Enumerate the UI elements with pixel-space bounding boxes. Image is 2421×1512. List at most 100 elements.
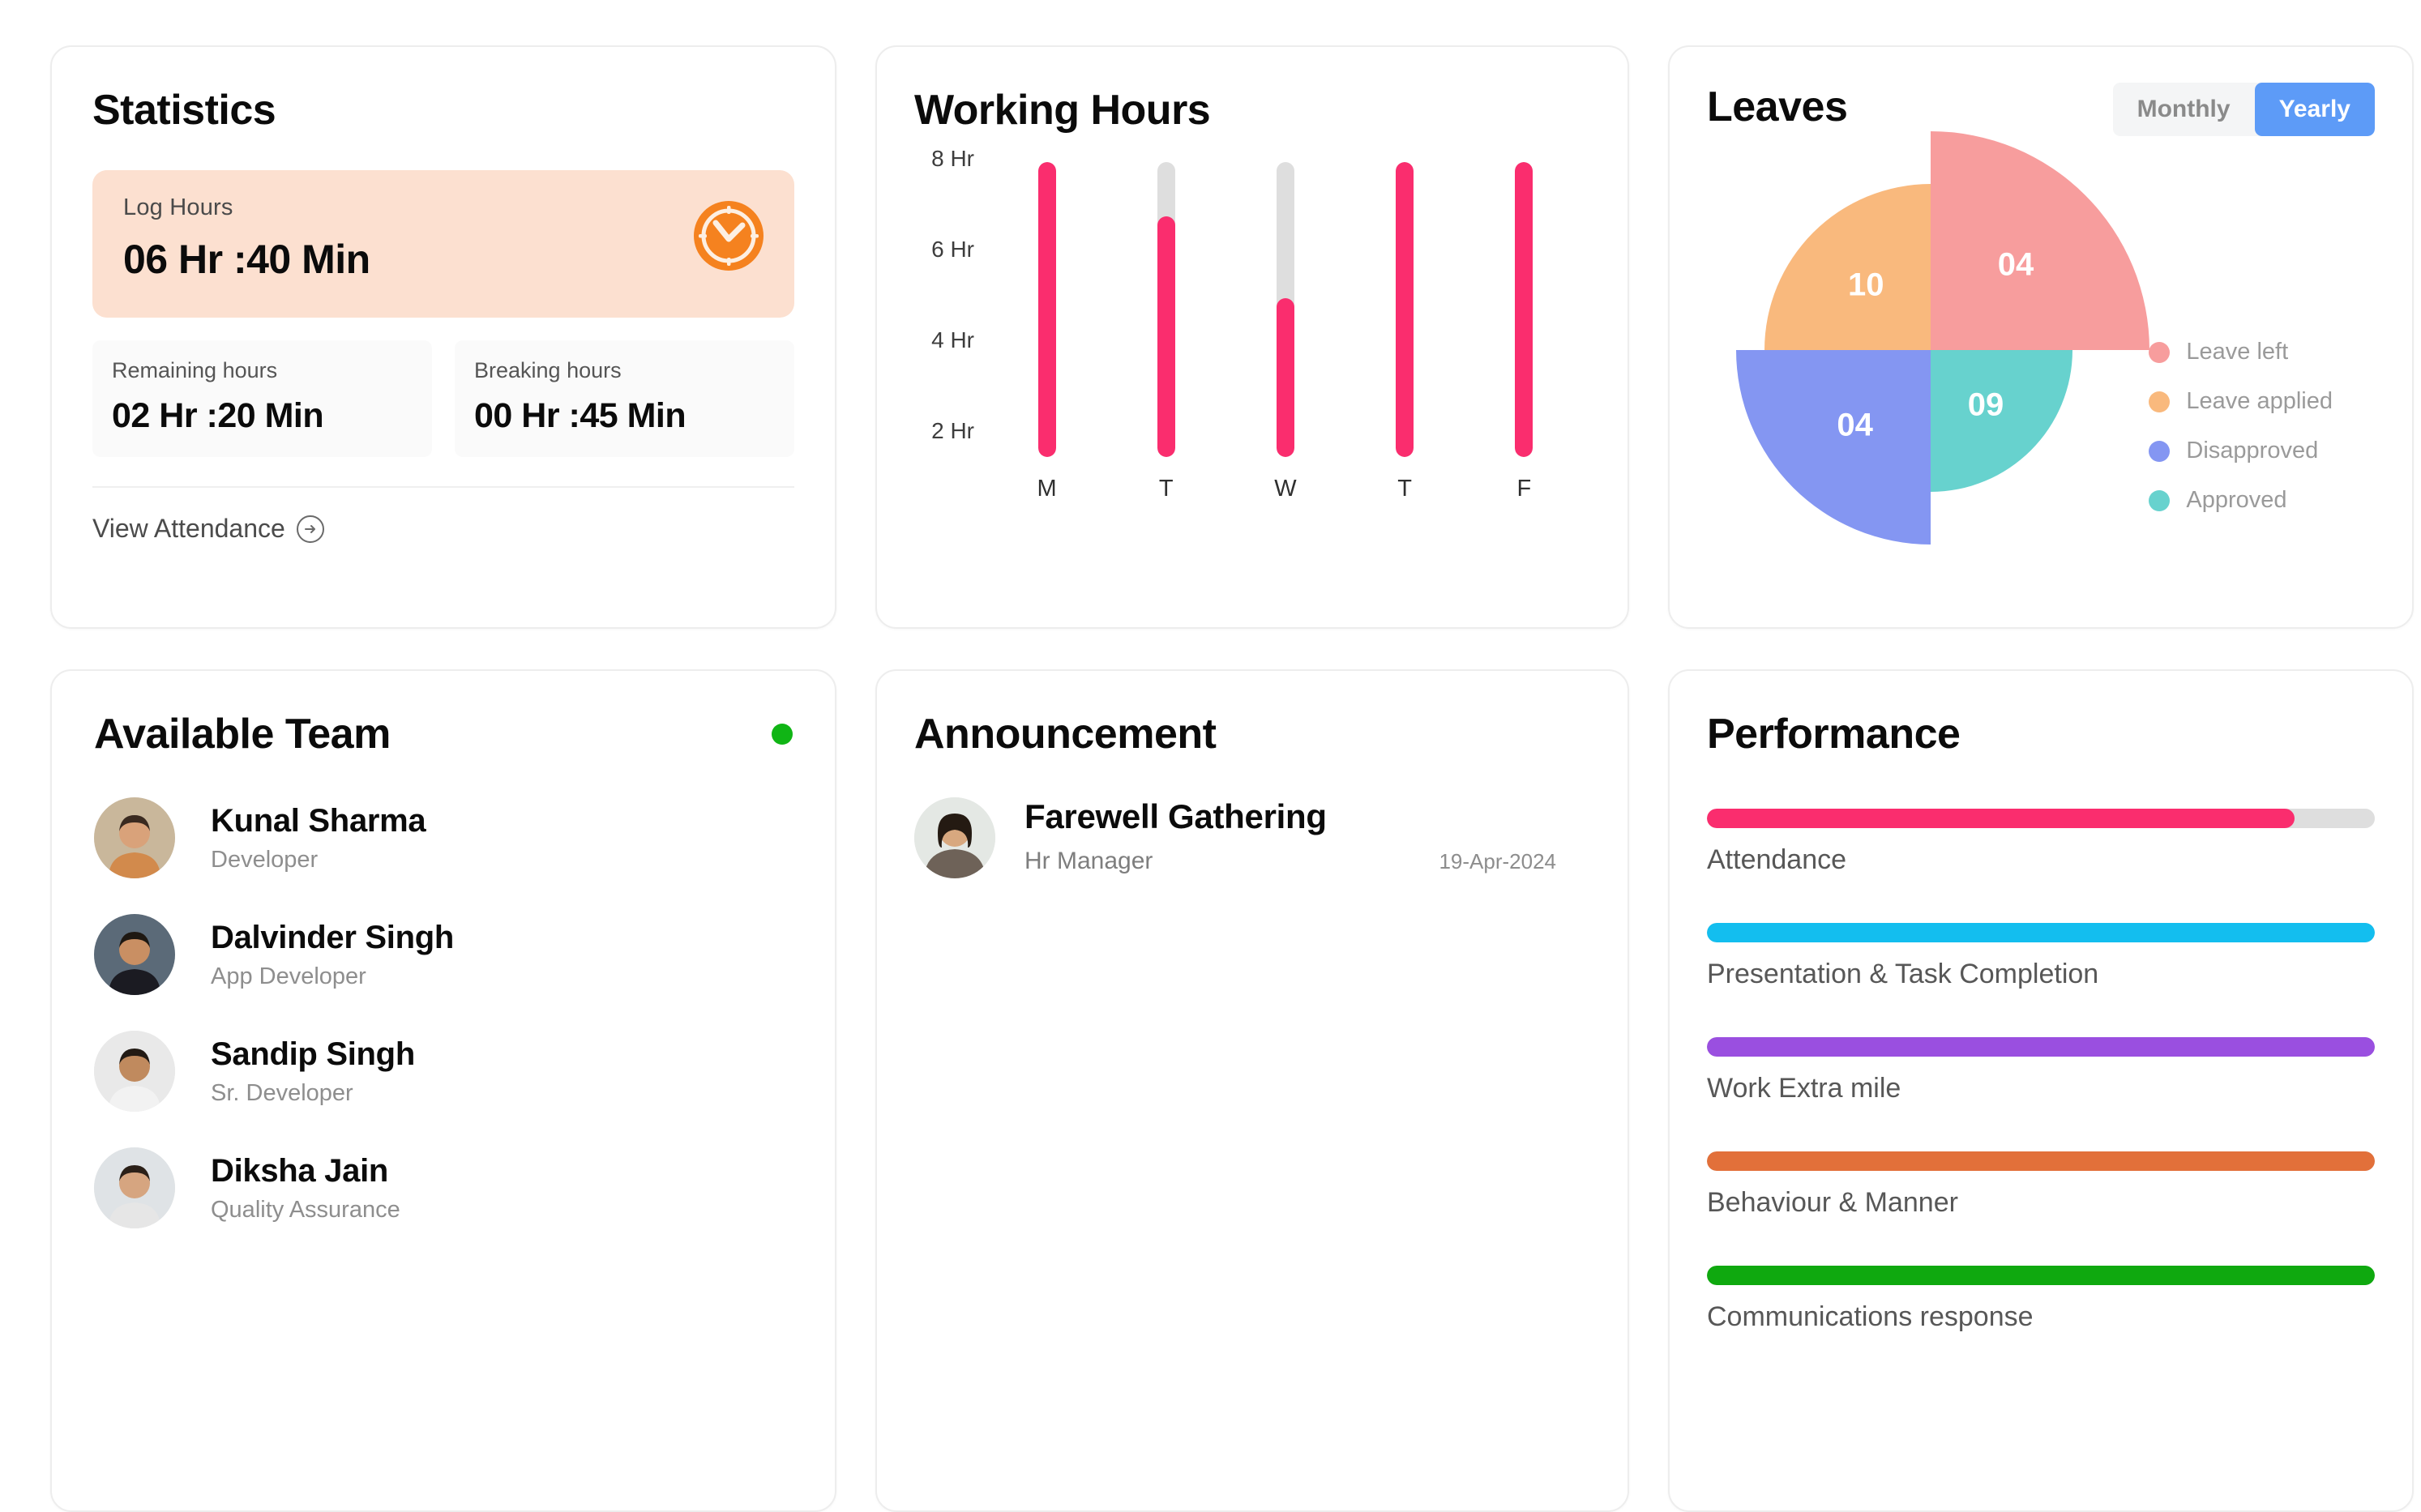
arrow-right-icon: [296, 515, 324, 543]
team-member-row[interactable]: Dalvinder Singh App Developer: [94, 914, 793, 995]
working-hours-bar-track: [1276, 162, 1294, 457]
working-hours-x-axis: MTWTF: [987, 476, 1584, 502]
performance-bar-fill: [1707, 1266, 2375, 1285]
leaves-period-toggle[interactable]: Monthly Yearly: [2112, 83, 2375, 136]
leaves-title: Leaves: [1707, 83, 1848, 130]
working-hours-bar-column: [1495, 162, 1552, 457]
avatar: [94, 797, 175, 878]
leaves-slice-value: 04: [1837, 407, 1873, 443]
performance-bar-fill: [1707, 1037, 2375, 1057]
leaves-slice-value: 09: [1967, 387, 2004, 423]
announcement-row[interactable]: Farewell Gathering Hr Manager 19-Apr-2024: [914, 797, 1590, 878]
avatar: [94, 914, 175, 995]
team-member-info: Diksha Jain Quality Assurance: [211, 1153, 400, 1224]
view-attendance-label: View Attendance: [92, 514, 285, 543]
working-hours-bar-column: [1376, 162, 1433, 457]
working-hours-bar-track: [1515, 162, 1533, 457]
working-hours-bar-track: [1157, 162, 1175, 457]
team-member-row[interactable]: Sandip Singh Sr. Developer: [94, 1031, 793, 1112]
working-hours-bar-fill: [1396, 162, 1414, 457]
team-member-row[interactable]: Diksha Jain Quality Assurance: [94, 1147, 793, 1228]
announcement-meta: Hr Manager 19-Apr-2024: [1024, 848, 1590, 875]
announcement-list: Farewell Gathering Hr Manager 19-Apr-2024: [914, 797, 1590, 878]
performance-metric-label: Presentation & Task Completion: [1707, 959, 2099, 989]
dashboard-grid: Statistics Log Hours 06 Hr :40 Min Remai…: [0, 0, 2421, 1512]
breaking-hours-box: Breaking hours 00 Hr :45 Min: [455, 340, 794, 457]
working-hours-bar-fill: [1157, 216, 1175, 457]
working-hours-x-tick: W: [1274, 476, 1297, 502]
leaves-pie-slice[interactable]: [1931, 131, 2149, 350]
leaves-legend-item[interactable]: Disapproved: [2149, 438, 2333, 464]
team-member-name: Sandip Singh: [211, 1036, 415, 1072]
working-hours-bar-column: [1019, 162, 1076, 457]
working-hours-x-tick: T: [1158, 476, 1174, 502]
remaining-hours-box: Remaining hours 02 Hr :20 Min: [92, 340, 432, 457]
performance-bar-track: [1707, 1037, 2375, 1057]
working-hours-x-tick: M: [1037, 476, 1057, 502]
legend-color-dot: [2149, 391, 2171, 412]
legend-label: Leave left: [2186, 339, 2289, 365]
performance-metric-label: Behaviour & Manner: [1707, 1187, 1958, 1218]
team-member-name: Kunal Sharma: [211, 802, 426, 839]
performance-bar-track: [1707, 1151, 2375, 1171]
leaves-header: Leaves Monthly Yearly: [1707, 83, 2375, 136]
performance-bar-fill: [1707, 1151, 2375, 1171]
working-hours-y-tick: 8 Hr: [931, 146, 974, 171]
statistics-title: Statistics: [92, 87, 276, 134]
working-hours-bars: [987, 162, 1584, 457]
available-team-card: Available Team Kunal Sharma Developer Dalv…: [50, 669, 836, 1512]
performance-metric: Work Extra mile: [1707, 1037, 2375, 1104]
performance-bar-track: [1707, 1266, 2375, 1285]
legend-color-dot: [2149, 440, 2171, 462]
working-hours-bar-track: [1396, 162, 1414, 457]
leaves-slice-value: 10: [1848, 267, 1884, 303]
team-member-role: Quality Assurance: [211, 1196, 400, 1223]
performance-metric-label: Work Extra mile: [1707, 1073, 1901, 1104]
team-member-row[interactable]: Kunal Sharma Developer: [94, 797, 793, 878]
statistics-divider: [92, 486, 794, 488]
announcement-body: Farewell Gathering Hr Manager 19-Apr-2024: [1024, 797, 1590, 875]
working-hours-bar-column: [1138, 162, 1195, 457]
performance-bar-fill: [1707, 923, 2375, 942]
leaves-pie-slice[interactable]: [1736, 350, 1931, 545]
announcement-title: Announcement: [914, 711, 1217, 758]
working-hours-chart: 2 Hr 4 Hr 6 Hr 8 Hr M T W T F: [914, 146, 1590, 502]
clock-icon: [694, 201, 764, 275]
performance-metric-label: Communications response: [1707, 1301, 2034, 1332]
working-hours-bar-fill: [1276, 298, 1294, 457]
leaves-legend-item[interactable]: Leave applied: [2149, 388, 2333, 415]
toggle-option-monthly[interactable]: Monthly: [2113, 83, 2255, 136]
legend-label: Disapproved: [2186, 438, 2319, 463]
performance-bar-track: [1707, 923, 2375, 942]
legend-label: Leave applied: [2186, 388, 2333, 414]
working-hours-y-tick: 6 Hr: [931, 237, 974, 262]
announcement-date: 19-Apr-2024: [1439, 849, 1556, 873]
working-hours-y-tick: 4 Hr: [931, 327, 974, 352]
log-hours-value: 06 Hr :40 Min: [123, 237, 370, 282]
leaves-legend-item[interactable]: Approved: [2149, 487, 2333, 514]
breaking-hours-value: 00 Hr :45 Min: [474, 396, 687, 435]
leaves-polar-chart: [1736, 131, 2149, 545]
team-member-name: Dalvinder Singh: [211, 919, 454, 955]
working-hours-bar-fill: [1037, 162, 1056, 457]
performance-metric: Attendance: [1707, 809, 2375, 876]
working-hours-y-tick: 2 Hr: [931, 418, 974, 443]
team-member-role: Sr. Developer: [211, 1079, 353, 1106]
leaves-legend-item[interactable]: Leave left: [2149, 339, 2333, 365]
view-attendance-link[interactable]: View Attendance: [92, 514, 794, 544]
working-hours-card: Working Hours 2 Hr 4 Hr 6 Hr 8 Hr M T W T F: [875, 45, 1629, 629]
performance-bar-track: [1707, 809, 2375, 828]
avatar: [94, 1147, 175, 1228]
toggle-option-yearly[interactable]: Yearly: [2254, 83, 2375, 136]
working-hours-title: Working Hours: [914, 87, 1211, 134]
working-hours-bar-column: [1257, 162, 1314, 457]
online-status-dot: [772, 724, 793, 745]
performance-metric-list: Attendance Presentation & Task Completion…: [1707, 809, 2375, 1333]
leaves-card: Leaves Monthly Yearly 04 10 04 09 Leave lef…: [1668, 45, 2414, 629]
performance-metric-label: Attendance: [1707, 844, 1847, 875]
team-member-name: Diksha Jain: [211, 1152, 389, 1189]
performance-metric: Behaviour & Manner: [1707, 1151, 2375, 1219]
leaves-chart: 04 10 04 09 Leave left Leave applied Disappro…: [1707, 131, 2375, 557]
announcement-item-title: Farewell Gathering: [1024, 797, 1327, 835]
avatar: [914, 797, 995, 878]
